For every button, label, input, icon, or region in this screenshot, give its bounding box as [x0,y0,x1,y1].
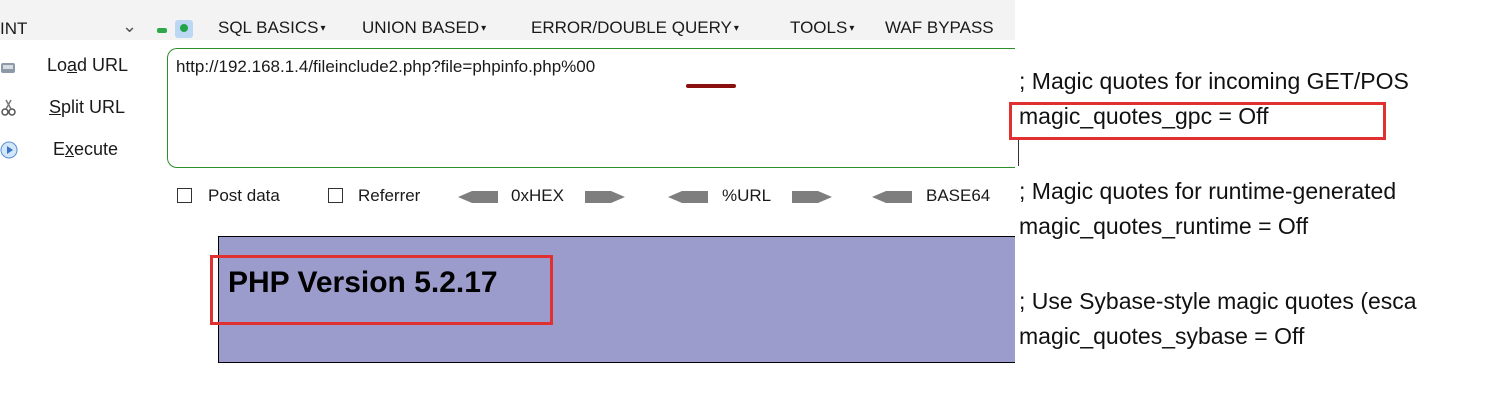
minus-icon[interactable] [157,28,167,33]
injection-type-select[interactable]: INT [0,19,27,39]
post-data-label: Post data [208,186,280,205]
base64-label: BASE64 [926,186,991,205]
referrer-checkbox[interactable] [328,188,343,203]
base64-decode-arrow-icon[interactable] [872,191,912,203]
php-ini-panel: ; Magic quotes for incoming GET/POS magi… [1015,0,1507,419]
split-url-label: Split URL [49,97,126,117]
menu-sql-basics[interactable]: SQL BASICS ▾ [218,18,326,38]
null-byte-underline [686,84,736,88]
execute-icon [0,141,18,159]
hex-decode-arrow-icon[interactable] [458,191,498,203]
split-url-button[interactable]: Split URL [0,97,160,121]
hex-encode-arrow-icon[interactable] [585,191,625,203]
plus-icon[interactable] [175,20,193,38]
post-data-checkbox[interactable] [177,188,192,203]
php-version-highlight [210,255,553,325]
url-decode-arrow-icon[interactable] [668,191,708,203]
text-cursor [1018,140,1019,166]
load-url-label: Load URL [47,55,129,75]
ini-comment-runtime: ; Magic quotes for runtime-generated [1019,178,1397,204]
url-encode-label: %URL [722,186,772,205]
referrer-label: Referrer [358,186,421,205]
ini-magic-quotes-sybase: magic_quotes_sybase = Off [1019,323,1305,349]
execute-button[interactable]: Execute [0,139,160,163]
load-url-button[interactable]: Load URL [0,55,160,79]
load-url-icon [1,63,15,73]
hackbar-toolbar: INT ⌄ SQL BASICS ▾ UNION BASED ▾ ERROR/DOU… [0,0,1015,40]
url-encode-arrow-icon[interactable] [792,191,832,203]
split-url-icon [1,99,16,116]
menu-waf-bypass[interactable]: WAF BYPASS [885,18,994,38]
hackbar-panel: INT ⌄ SQL BASICS ▾ UNION BASED ▾ ERROR/DOU… [0,0,1027,419]
execute-label: Execute [53,139,119,159]
menu-tools[interactable]: TOOLS ▾ [790,18,854,38]
ini-comment-gpc: ; Magic quotes for incoming GET/POS [1019,68,1409,94]
menu-union-based[interactable]: UNION BASED ▾ [362,18,486,38]
menu-error-double-query[interactable]: ERROR/DOUBLE QUERY ▾ [531,18,739,38]
chevron-down-icon[interactable]: ⌄ [122,16,137,37]
url-input[interactable]: http://192.168.1.4/fileinclude2.php?file… [167,48,1027,168]
ini-magic-quotes-runtime: magic_quotes_runtime = Off [1019,213,1309,239]
magic-quotes-gpc-highlight [1009,102,1386,140]
url-value: http://192.168.1.4/fileinclude2.php?file… [176,57,596,76]
hex-label: 0xHEX [511,186,564,205]
ini-comment-sybase: ; Use Sybase-style magic quotes (esca [1019,288,1417,314]
